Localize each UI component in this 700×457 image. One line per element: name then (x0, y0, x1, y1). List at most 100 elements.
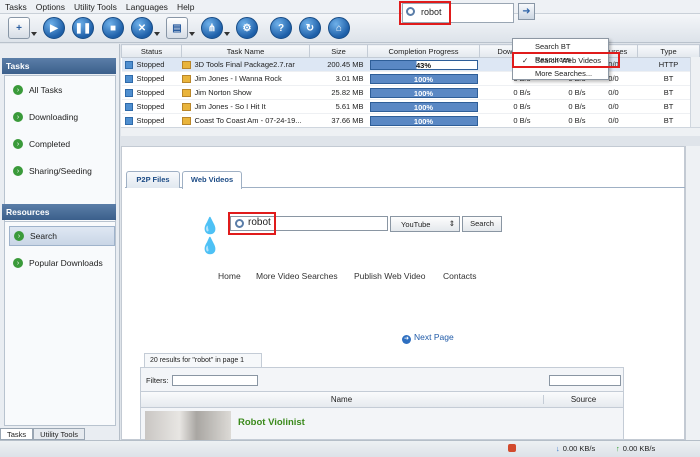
cell-progress: 100% (367, 113, 480, 128)
help-icon[interactable]: ? (270, 17, 292, 39)
arrow-right-icon: ➜ (402, 335, 411, 344)
col-progress[interactable]: Completion Progress (367, 44, 480, 58)
result-thumbnail[interactable] (145, 411, 231, 440)
play-icon[interactable]: ▶ (43, 17, 65, 39)
sidebar-item-all-tasks[interactable]: › All Tasks (9, 80, 115, 100)
cell-progress: 100% (367, 99, 480, 114)
status-icon (124, 75, 133, 83)
cell-task-name: Coast To Coast Am - 07-24-19... (181, 113, 310, 128)
lock-icon (508, 444, 516, 452)
arrow-down-icon: ↓ (556, 444, 560, 453)
name-filter-input[interactable] (172, 375, 258, 386)
sidebar-item-popular-downloads[interactable]: › Popular Downloads (9, 253, 115, 273)
table-row[interactable]: Stopped Jim Jones - I Wanna Rock 3.01 MB 10… (121, 71, 700, 86)
filter-icon[interactable]: ⋔ (201, 17, 223, 39)
source-select[interactable]: YouTube ⇕ (390, 216, 460, 232)
cell-size: 25.82 MB (309, 85, 368, 100)
chevron-down-icon[interactable] (154, 32, 160, 37)
cell-sources: 0/0 (589, 113, 638, 128)
stop-icon[interactable]: ■ (102, 17, 124, 39)
menu-tasks[interactable]: Tasks (5, 2, 27, 12)
tab-web-videos[interactable]: Web Videos (182, 171, 242, 189)
settings-icon[interactable]: ⚙ (236, 17, 258, 39)
progress-bar: 100% (369, 87, 478, 98)
result-title-link[interactable]: Robot Violinist (238, 417, 305, 428)
resources-header: Resources (2, 204, 116, 220)
sidebar-item-downloading[interactable]: › Downloading (9, 107, 115, 127)
tab-p2p-files[interactable]: P2P Files (126, 171, 180, 188)
cell-up: 0 B/s (534, 85, 590, 100)
vertical-scrollbar[interactable] (685, 146, 700, 440)
bullet-icon: › (14, 231, 24, 241)
nav-more-video-searches[interactable]: More Video Searches (256, 271, 338, 281)
logo-icon: 💧💧 (200, 218, 220, 255)
file-icon (181, 103, 191, 111)
tasks-header: Tasks (2, 58, 116, 74)
highlight-box (228, 212, 276, 235)
file-icon (181, 117, 191, 125)
results-count-tab: 20 results for "robot" in page 1 (144, 353, 262, 367)
menu-languages[interactable]: Languages (126, 2, 168, 12)
chevron-down-icon[interactable] (189, 32, 195, 37)
cell-status: Stopped (121, 113, 182, 128)
cell-task-name: 3D Tools Final Package2.7.rar (181, 57, 310, 72)
vertical-scrollbar[interactable] (690, 57, 700, 127)
tab-utility-tools[interactable]: Utility Tools (33, 428, 85, 440)
search-type-button[interactable]: ➜ (518, 3, 535, 20)
bullet-icon: › (13, 112, 23, 122)
table-row[interactable]: Stopped Jim Norton Show 25.82 MB 100% 0 B/s 0… (121, 85, 700, 100)
col-name[interactable]: Name (141, 395, 542, 404)
highlight-box (399, 1, 451, 25)
pause-icon[interactable]: ❚❚ (72, 17, 94, 39)
nav-publish-web-video[interactable]: Publish Web Video (354, 271, 426, 281)
nav-home[interactable]: Home (218, 271, 241, 281)
col-source[interactable]: Source (543, 395, 623, 404)
cell-sources: 0/0 (589, 85, 638, 100)
arrow-up-icon: ↑ (616, 444, 620, 453)
source-filter-input[interactable] (549, 375, 621, 386)
cell-task-name: Jim Jones - I Wanna Rock (181, 71, 310, 86)
cell-progress: 100% (367, 71, 480, 86)
highlight-box (512, 52, 620, 68)
sidebar-item-search[interactable]: › Search (9, 226, 115, 246)
menu-options[interactable]: Options (36, 2, 65, 12)
open-folder-icon[interactable]: ▤ (166, 17, 188, 39)
next-page-link[interactable]: ➜ Next Page (402, 332, 454, 344)
delete-icon[interactable]: ✕ (131, 17, 153, 39)
cell-size: 200.45 MB (309, 57, 368, 72)
menu-bar: Tasks Options Utility Tools Languages He… (0, 0, 700, 14)
bullet-icon: › (13, 166, 23, 176)
col-task-name[interactable]: Task Name (181, 44, 310, 58)
cell-sources: 0/0 (589, 99, 638, 114)
sidebar-item-sharing-seeding[interactable]: › Sharing/Seeding (9, 161, 115, 181)
sidebar-item-completed[interactable]: › Completed (9, 134, 115, 154)
status-icon (124, 89, 133, 97)
horizontal-scrollbar[interactable] (121, 127, 700, 136)
file-icon (181, 61, 191, 69)
menu-help[interactable]: Help (177, 2, 194, 12)
col-status[interactable]: Status (121, 44, 182, 58)
col-size[interactable]: Size (309, 44, 368, 58)
col-type[interactable]: Type (637, 44, 700, 58)
tab-tasks[interactable]: Tasks (0, 428, 34, 440)
menu-item-more-searches[interactable]: More Searches... (513, 67, 608, 80)
chevron-down-icon[interactable] (224, 32, 230, 37)
table-row[interactable]: Stopped Jim Jones - So I Hit It 5.61 MB 100… (121, 99, 700, 114)
refresh-icon[interactable]: ↻ (299, 17, 321, 39)
cell-down: 0 B/s (479, 99, 535, 114)
chevron-down-icon[interactable] (31, 32, 37, 37)
menu-utility-tools[interactable]: Utility Tools (74, 2, 117, 12)
nav-contacts[interactable]: Contacts (443, 271, 477, 281)
bullet-icon: › (13, 85, 23, 95)
new-task-icon[interactable]: + (8, 17, 30, 39)
table-row[interactable]: Stopped Coast To Coast Am - 07-24-19... 37… (121, 113, 700, 128)
chevron-updown-icon: ⇕ (448, 219, 455, 228)
progress-bar: 100% (369, 101, 478, 112)
home-icon[interactable]: ⌂ (328, 17, 350, 39)
cell-status: Stopped (121, 71, 182, 86)
progress-bar: 100% (369, 73, 478, 84)
cell-progress: 100% (367, 85, 480, 100)
video-search-button[interactable]: Search (462, 216, 502, 232)
resources-panel: › Search › Popular Downloads (4, 221, 116, 426)
cell-task-name: Jim Norton Show (181, 85, 310, 100)
